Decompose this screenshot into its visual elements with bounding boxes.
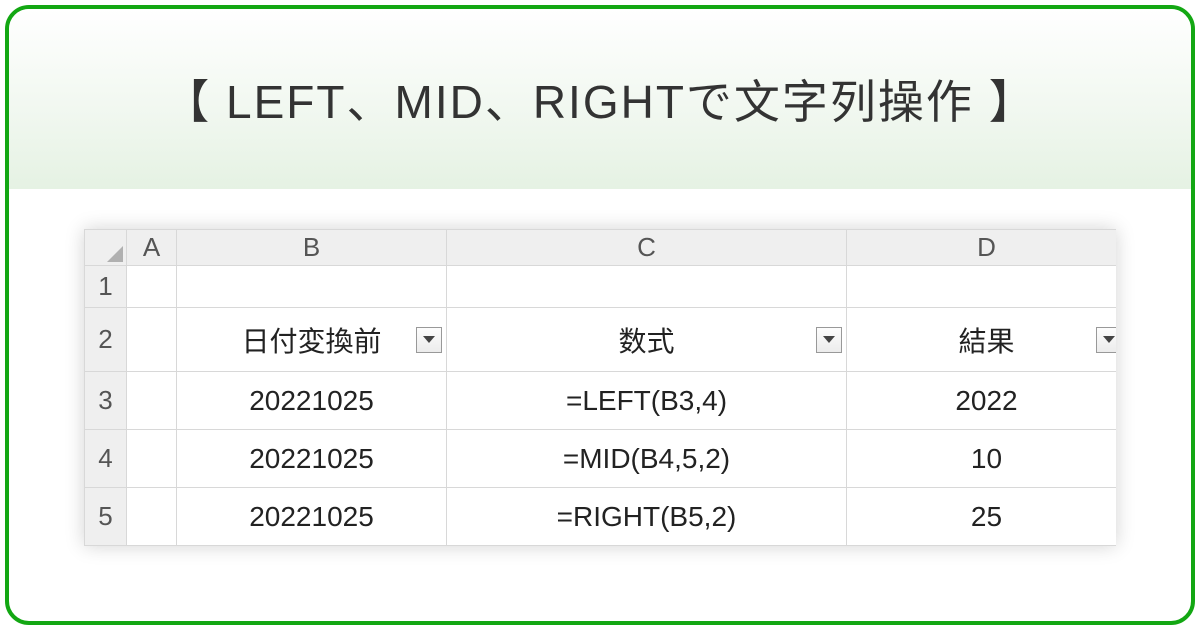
cell-c4[interactable]: =MID(B4,5,2) [447, 430, 847, 488]
row-header[interactable]: 5 [85, 488, 127, 546]
filter-button-c[interactable] [816, 327, 842, 353]
row-header[interactable]: 3 [85, 372, 127, 430]
cell-b2[interactable]: 日付変換前 [177, 308, 447, 372]
cell-b4[interactable]: 20221025 [177, 430, 447, 488]
sheet-table: A B C D 1 2 日付変換前 数式 [84, 229, 1116, 546]
cell-a5[interactable] [127, 488, 177, 546]
table-row: 4 20221025 =MID(B4,5,2) 10 [85, 430, 1117, 488]
header-label-d: 結果 [958, 326, 1014, 357]
spreadsheet: A B C D 1 2 日付変換前 数式 [84, 229, 1116, 546]
cell-d5[interactable]: 25 [847, 488, 1117, 546]
cell-c3[interactable]: =LEFT(B3,4) [447, 372, 847, 430]
header-label-c: 数式 [618, 326, 674, 357]
page-title: 【 LEFT、MID、RIGHTで文字列操作 】 [163, 66, 1036, 132]
column-header-c[interactable]: C [447, 230, 847, 266]
column-header-row: A B C D [85, 230, 1117, 266]
cell-d2[interactable]: 結果 [847, 308, 1117, 372]
cell-c2[interactable]: 数式 [447, 308, 847, 372]
card-frame: 【 LEFT、MID、RIGHTで文字列操作 】 A B C D 1 [5, 5, 1195, 625]
cell-c5[interactable]: =RIGHT(B5,2) [447, 488, 847, 546]
cell-b1[interactable] [177, 266, 447, 308]
column-header-d[interactable]: D [847, 230, 1117, 266]
header-label-b: 日付変換前 [241, 326, 381, 357]
cell-d4[interactable]: 10 [847, 430, 1117, 488]
column-header-a[interactable]: A [127, 230, 177, 266]
cell-b3[interactable]: 20221025 [177, 372, 447, 430]
row-header[interactable]: 4 [85, 430, 127, 488]
cell-c1[interactable] [447, 266, 847, 308]
table-row: 1 [85, 266, 1117, 308]
cell-a4[interactable] [127, 430, 177, 488]
cell-d1[interactable] [847, 266, 1117, 308]
row-header[interactable]: 2 [85, 308, 127, 372]
cell-a2[interactable] [127, 308, 177, 372]
select-all-corner[interactable] [85, 230, 127, 266]
cell-a1[interactable] [127, 266, 177, 308]
cell-a3[interactable] [127, 372, 177, 430]
table-row: 3 20221025 =LEFT(B3,4) 2022 [85, 372, 1117, 430]
row-header[interactable]: 1 [85, 266, 127, 308]
filter-button-d[interactable] [1096, 327, 1116, 353]
table-row: 2 日付変換前 数式 結果 [85, 308, 1117, 372]
column-header-b[interactable]: B [177, 230, 447, 266]
cell-b5[interactable]: 20221025 [177, 488, 447, 546]
title-area: 【 LEFT、MID、RIGHTで文字列操作 】 [9, 9, 1191, 189]
cell-d3[interactable]: 2022 [847, 372, 1117, 430]
table-row: 5 20221025 =RIGHT(B5,2) 25 [85, 488, 1117, 546]
filter-button-b[interactable] [416, 327, 442, 353]
